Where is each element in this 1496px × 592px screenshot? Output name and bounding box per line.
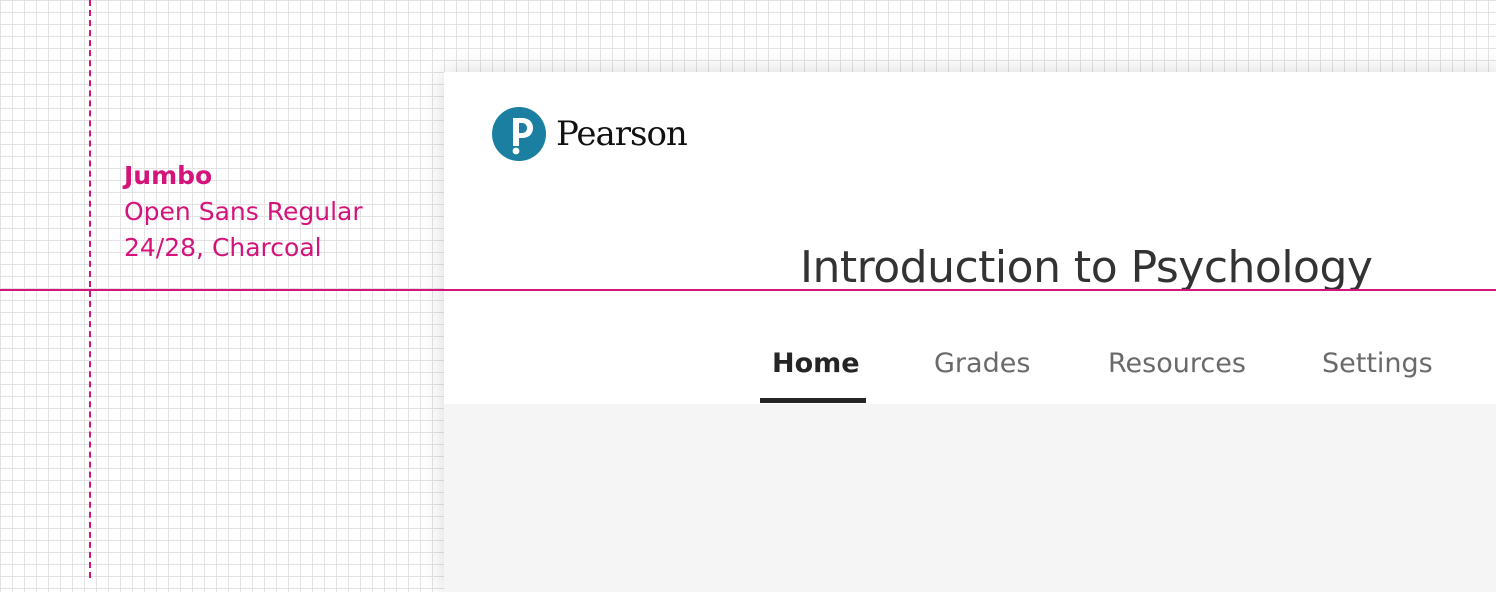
brand-name: Pearson xyxy=(556,114,688,154)
content-area xyxy=(444,404,1496,592)
tab-settings[interactable]: Settings xyxy=(1322,348,1433,379)
annotation-spec: 24/28, Charcoal xyxy=(124,233,322,262)
annotation-title: Jumbo xyxy=(124,161,213,190)
course-tabs: Home Grades Resources Settings xyxy=(444,330,1496,404)
active-tab-indicator xyxy=(760,398,866,403)
tab-grades[interactable]: Grades xyxy=(934,348,1030,379)
baseline-guide-line xyxy=(0,289,1496,291)
page-preview: Pearson Introduction to Psychology Home … xyxy=(444,72,1496,592)
tab-resources[interactable]: Resources xyxy=(1108,348,1246,379)
annotation-font: Open Sans Regular xyxy=(124,197,363,226)
typography-annotation: Jumbo Open Sans Regular 24/28, Charcoal xyxy=(124,158,363,266)
brand-logo[interactable]: Pearson xyxy=(492,104,688,164)
course-title: Introduction to Psychology xyxy=(800,242,1373,293)
pearson-p-icon xyxy=(492,107,546,161)
tab-home[interactable]: Home xyxy=(772,348,860,379)
